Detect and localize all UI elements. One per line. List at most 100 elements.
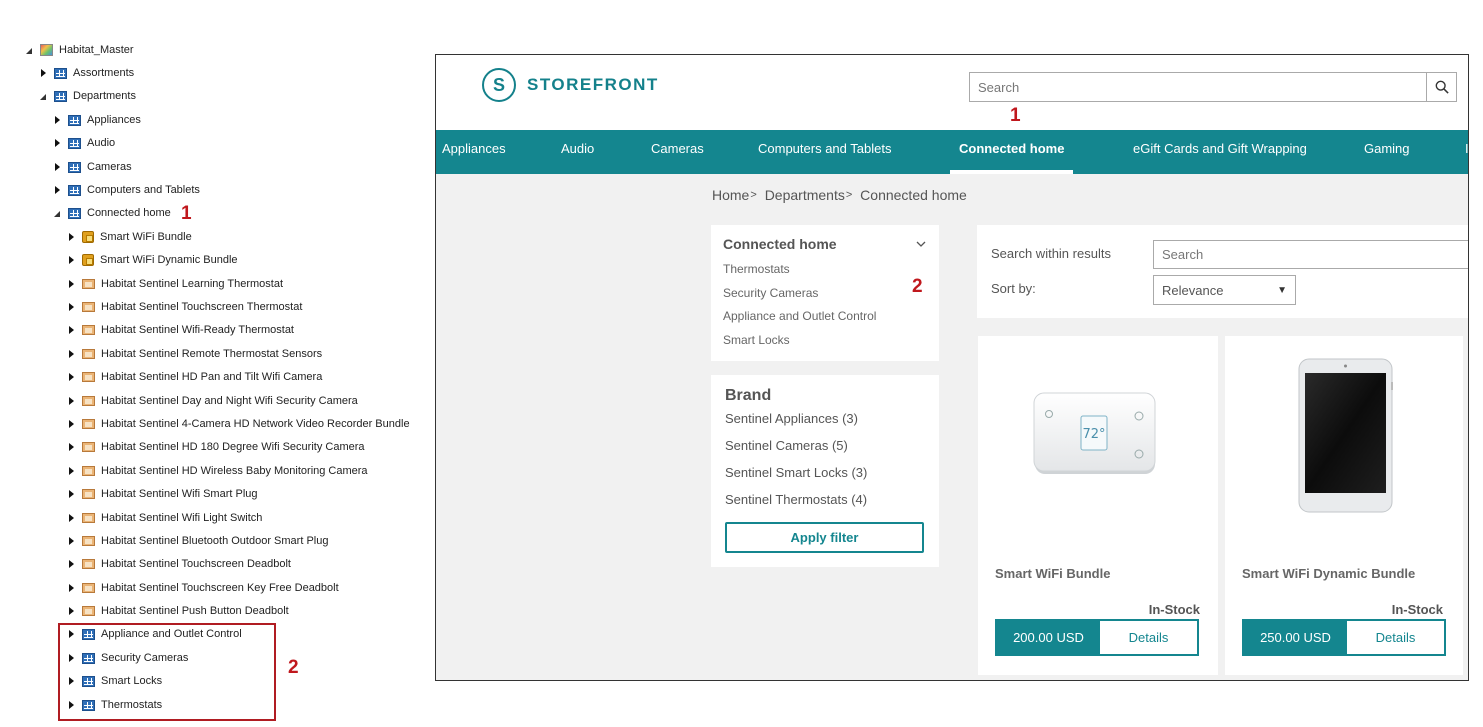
collapse-arrow-icon[interactable]	[66, 559, 76, 569]
product-icon	[82, 583, 95, 593]
collapse-arrow-icon[interactable]	[66, 349, 76, 359]
collapse-arrow-icon[interactable]	[66, 279, 76, 289]
category-link-security-cameras[interactable]: Security Cameras	[723, 286, 818, 300]
category-link-appliance-outlet-control[interactable]: Appliance and Outlet Control	[723, 309, 876, 323]
tree-node-product[interactable]: Habitat Sentinel Wifi Light Switch	[66, 508, 262, 528]
tree-node-assortments[interactable]: Assortments	[38, 63, 134, 83]
tree-node-product[interactable]: Habitat Sentinel Wifi Smart Plug	[66, 484, 258, 504]
logo-mark-icon: S	[482, 68, 516, 102]
storefront-logo[interactable]: S STOREFRONT	[482, 68, 659, 102]
search-within-input[interactable]	[1153, 240, 1468, 269]
collapse-arrow-icon[interactable]	[66, 466, 76, 476]
sort-select[interactable]: Relevance ▼	[1153, 275, 1296, 305]
tree-node-product[interactable]: Habitat Sentinel HD 180 Degree Wifi Secu…	[66, 437, 365, 457]
tree-node-appliances[interactable]: Appliances	[52, 110, 141, 130]
nav-more[interactable]: I	[1465, 130, 1468, 174]
product-icon	[82, 396, 95, 406]
breadcrumb: Home> Departments> Connected home	[712, 187, 967, 203]
tree-node-product[interactable]: Habitat Sentinel HD Wireless Baby Monito…	[66, 461, 368, 481]
product-icon	[82, 559, 95, 569]
tree-node-connected-home[interactable]: Connected home	[52, 203, 171, 223]
product-icon	[82, 349, 95, 359]
tree-node-label: Habitat Sentinel Bluetooth Outdoor Smart…	[101, 535, 329, 547]
tree-node-product[interactable]: Habitat Sentinel Touchscreen Thermostat	[66, 297, 302, 317]
tree-node-product[interactable]: Habitat Sentinel Push Button Deadbolt	[66, 601, 289, 621]
collapse-arrow-icon[interactable]	[52, 162, 62, 172]
collapse-arrow-icon[interactable]	[66, 396, 76, 406]
brand-option[interactable]: Sentinel Cameras (5)	[725, 438, 848, 453]
nav-appliances[interactable]: Appliances	[442, 130, 506, 174]
collapse-arrow-icon[interactable]	[52, 115, 62, 125]
collapse-arrow-icon[interactable]	[66, 232, 76, 242]
brand-facet-panel: Brand Sentinel Appliances (3) Sentinel C…	[711, 375, 939, 567]
details-button[interactable]: Details	[1100, 621, 1197, 654]
nav-audio[interactable]: Audio	[561, 130, 594, 174]
nav-computers-and-tablets[interactable]: Computers and Tablets	[758, 130, 891, 174]
nav-egift-cards[interactable]: eGift Cards and Gift Wrapping	[1133, 130, 1307, 174]
collapse-arrow-icon[interactable]	[66, 513, 76, 523]
category-link-smart-locks[interactable]: Smart Locks	[723, 333, 790, 347]
tree-node-product[interactable]: Habitat Sentinel Remote Thermostat Senso…	[66, 344, 322, 364]
breadcrumb-departments[interactable]: Departments	[765, 187, 845, 203]
expand-arrow-icon[interactable]	[52, 208, 62, 218]
collapse-arrow-icon[interactable]	[66, 536, 76, 546]
nav-connected-home[interactable]: Connected home	[950, 130, 1074, 174]
tree-node-product[interactable]: Habitat Sentinel Wifi-Ready Thermostat	[66, 320, 294, 340]
bundle-icon	[82, 231, 94, 243]
tree-node-audio[interactable]: Audio	[52, 133, 115, 153]
brand-option[interactable]: Sentinel Appliances (3)	[725, 411, 858, 426]
tree-node-cameras[interactable]: Cameras	[52, 157, 132, 177]
tree-node-product[interactable]: Habitat Sentinel Bluetooth Outdoor Smart…	[66, 531, 328, 551]
collapse-arrow-icon[interactable]	[66, 606, 76, 616]
sort-by-label: Sort by:	[991, 281, 1036, 296]
tree-node-product[interactable]: Habitat Sentinel 4-Camera HD Network Vid…	[66, 414, 410, 434]
collapse-arrow-icon[interactable]	[66, 372, 76, 382]
tree-node-computers-and-tablets[interactable]: Computers and Tablets	[52, 180, 200, 200]
tree-node-label: Cameras	[87, 161, 132, 173]
collapse-arrow-icon[interactable]	[52, 138, 62, 148]
tree-node-product[interactable]: Habitat Sentinel Touchscreen Key Free De…	[66, 578, 339, 598]
tree-node-bundle[interactable]: Smart WiFi Bundle	[66, 227, 192, 247]
brand-option[interactable]: Sentinel Thermostats (4)	[725, 492, 867, 507]
annotation-marker-1: 1	[181, 203, 192, 224]
tablet-product-image	[1298, 358, 1393, 513]
stock-status: In-Stock	[1391, 602, 1443, 617]
product-icon	[82, 442, 95, 452]
collapse-arrow-icon[interactable]	[66, 325, 76, 335]
apply-filter-button[interactable]: Apply filter	[725, 522, 924, 553]
product-card[interactable]: 72° Smart WiFi Bundle In-Stock 200.00 US…	[978, 336, 1218, 675]
expand-arrow-icon[interactable]	[38, 91, 48, 101]
collapse-arrow-icon[interactable]	[66, 442, 76, 452]
tree-node-departments[interactable]: Departments	[38, 86, 136, 106]
nav-cameras[interactable]: Cameras	[651, 130, 704, 174]
tree-node-root[interactable]: Habitat_Master	[24, 40, 134, 60]
expand-arrow-icon[interactable]	[24, 45, 34, 55]
collapse-arrow-icon[interactable]	[52, 185, 62, 195]
collapse-arrow-icon[interactable]	[66, 489, 76, 499]
nav-gaming[interactable]: Gaming	[1364, 130, 1410, 174]
tree-node-bundle[interactable]: Smart WiFi Dynamic Bundle	[66, 250, 238, 270]
product-name[interactable]: Smart WiFi Dynamic Bundle	[1242, 566, 1415, 581]
tree-node-label: Departments	[73, 90, 136, 102]
breadcrumb-home[interactable]: Home	[712, 187, 749, 203]
tree-node-product[interactable]: Habitat Sentinel Learning Thermostat	[66, 274, 283, 294]
tree-node-product[interactable]: Habitat Sentinel HD Pan and Tilt Wifi Ca…	[66, 367, 322, 387]
collapse-arrow-icon[interactable]	[38, 68, 48, 78]
tree-node-label: Habitat Sentinel Touchscreen Key Free De…	[101, 582, 339, 594]
details-button[interactable]: Details	[1347, 621, 1444, 654]
brand-option[interactable]: Sentinel Smart Locks (3)	[725, 465, 867, 480]
search-button[interactable]	[1426, 73, 1456, 101]
category-link-thermostats[interactable]: Thermostats	[723, 262, 790, 276]
search-input[interactable]	[970, 73, 1426, 101]
collapse-arrow-icon[interactable]	[66, 419, 76, 429]
product-name[interactable]: Smart WiFi Bundle	[995, 566, 1110, 581]
tree-node-label: Habitat Sentinel Touchscreen Thermostat	[101, 301, 303, 313]
product-icon	[82, 513, 95, 523]
product-card[interactable]: Smart WiFi Dynamic Bundle In-Stock 250.0…	[1225, 336, 1463, 675]
collapse-arrow-icon[interactable]	[66, 302, 76, 312]
collapse-arrow-icon[interactable]	[66, 583, 76, 593]
tree-node-product[interactable]: Habitat Sentinel Day and Night Wifi Secu…	[66, 391, 358, 411]
tree-node-product[interactable]: Habitat Sentinel Touchscreen Deadbolt	[66, 554, 291, 574]
chevron-down-icon[interactable]	[916, 239, 926, 249]
collapse-arrow-icon[interactable]	[66, 255, 76, 265]
